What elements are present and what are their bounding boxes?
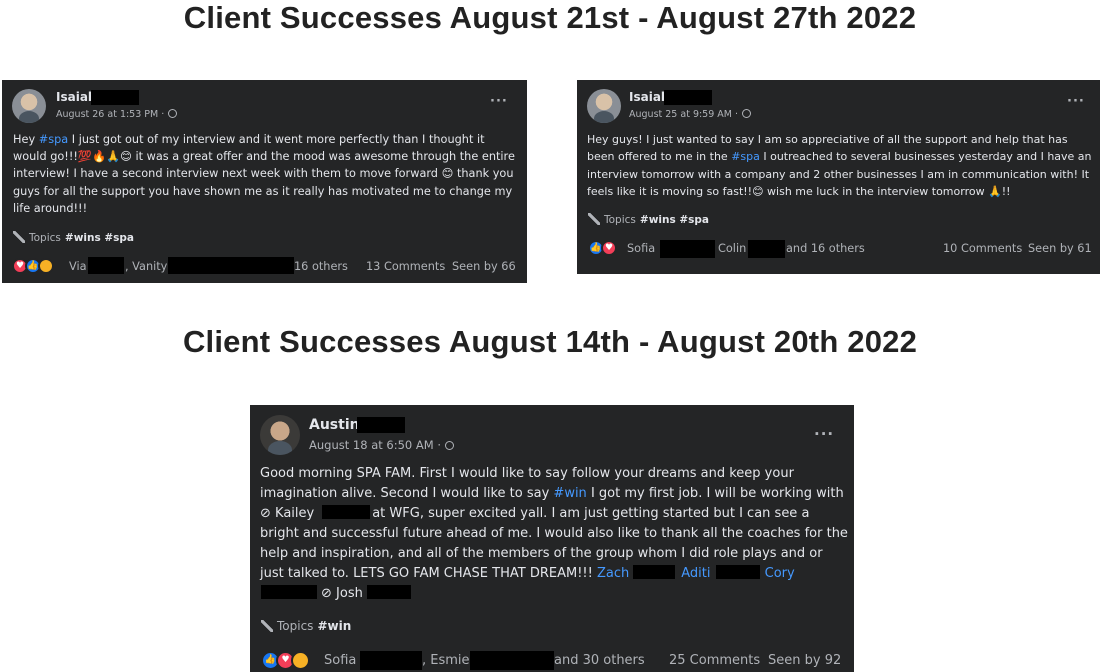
more-options-icon[interactable]: ··· xyxy=(490,94,508,109)
mention-kailey[interactable]: ⊘ Kailey xyxy=(260,505,372,521)
pin-icon xyxy=(588,213,600,225)
mention-josh[interactable]: ⊘ Josh xyxy=(321,585,411,601)
reactor-name[interactable]: , Esmie xyxy=(422,653,470,668)
seen-by-count[interactable]: Seen by 92 xyxy=(768,653,841,668)
redaction-bar xyxy=(366,585,411,599)
post-body: Hey guys! I just wanted to say I am so a… xyxy=(587,133,1092,198)
post-timestamp[interactable]: August 18 at 6:50 AM · xyxy=(309,438,454,452)
redaction-bar xyxy=(357,417,405,433)
topic-tags[interactable]: #win xyxy=(317,619,351,633)
redaction-bar xyxy=(360,651,422,670)
redaction-bar xyxy=(716,565,761,579)
reactor-name[interactable]: Via xyxy=(69,260,87,273)
redaction-bar xyxy=(91,90,139,105)
avatar[interactable] xyxy=(12,89,46,123)
topics-row: Topics #wins #spa xyxy=(13,231,134,244)
post-card: Austin August 18 at 6:50 AM · ··· Good m… xyxy=(250,405,854,672)
avatar[interactable] xyxy=(260,415,300,455)
more-options-icon[interactable]: ··· xyxy=(814,425,834,443)
post-card: Isaiah August 25 at 9:59 AM · ··· Hey gu… xyxy=(577,80,1100,274)
seen-by-count[interactable]: Seen by 66 xyxy=(452,260,516,273)
more-options-icon[interactable]: ··· xyxy=(1067,94,1085,109)
redaction-bar xyxy=(470,651,554,670)
post-timestamp[interactable]: August 25 at 9:59 AM · xyxy=(629,109,752,120)
love-reaction-icon: ♥ xyxy=(601,240,617,256)
mention-aditi[interactable]: Aditi xyxy=(681,565,761,581)
hashtag-link[interactable]: #spa xyxy=(39,133,68,146)
hashtag-link[interactable]: #win xyxy=(553,486,586,501)
pin-icon xyxy=(261,620,273,632)
seen-by-count[interactable]: Seen by 61 xyxy=(1028,242,1092,255)
care-reaction-icon xyxy=(38,258,54,274)
topics-row: Topics #win xyxy=(261,619,351,633)
reactor-name[interactable]: Sofia xyxy=(627,242,655,255)
section-title-week-1: Client Successes August 21st - August 27… xyxy=(183,0,917,35)
pin-icon xyxy=(13,231,25,243)
redaction-bar xyxy=(88,257,124,274)
globe-icon xyxy=(168,109,178,118)
reactor-name[interactable]: , Vanity xyxy=(125,260,167,273)
reactor-name[interactable]: Colin xyxy=(718,242,746,255)
topic-tags[interactable]: #wins #spa xyxy=(640,214,709,226)
redaction-bar xyxy=(633,565,676,579)
comment-count[interactable]: 25 Comments xyxy=(669,653,760,668)
topic-tags[interactable]: #wins #spa xyxy=(65,232,134,244)
globe-icon xyxy=(742,109,752,118)
care-reaction-icon xyxy=(291,651,310,670)
redaction-bar xyxy=(168,257,294,274)
section-title-week-2: Client Successes August 14th - August 20… xyxy=(182,324,918,359)
post-body: Good morning SPA FAM. First I would like… xyxy=(260,466,848,601)
comment-count[interactable]: 10 Comments xyxy=(943,242,1022,255)
mention-zach[interactable]: Zach xyxy=(597,565,681,581)
reactor-others[interactable]: 16 others xyxy=(294,260,348,273)
reactor-name[interactable]: Sofia xyxy=(324,653,356,668)
redaction-bar xyxy=(660,240,715,258)
globe-icon xyxy=(444,441,454,450)
avatar[interactable] xyxy=(587,89,621,123)
reactor-others[interactable]: and 30 others xyxy=(554,653,645,668)
redaction-bar xyxy=(322,505,371,519)
post-card: Isaiah August 26 at 1:53 PM · ··· Hey #s… xyxy=(2,80,527,283)
comment-count[interactable]: 13 Comments xyxy=(366,260,445,273)
reactor-others[interactable]: and 16 others xyxy=(786,242,865,255)
redaction-bar xyxy=(261,585,317,599)
post-timestamp[interactable]: August 26 at 1:53 PM · xyxy=(56,109,178,120)
redaction-bar xyxy=(664,90,712,105)
author-name[interactable]: Austin xyxy=(309,417,360,433)
hashtag-link[interactable]: #spa xyxy=(731,150,760,163)
topics-row: Topics #wins #spa xyxy=(588,213,709,226)
redaction-bar xyxy=(748,240,785,258)
post-body: Hey #spa I just got out of my interview … xyxy=(13,133,515,215)
